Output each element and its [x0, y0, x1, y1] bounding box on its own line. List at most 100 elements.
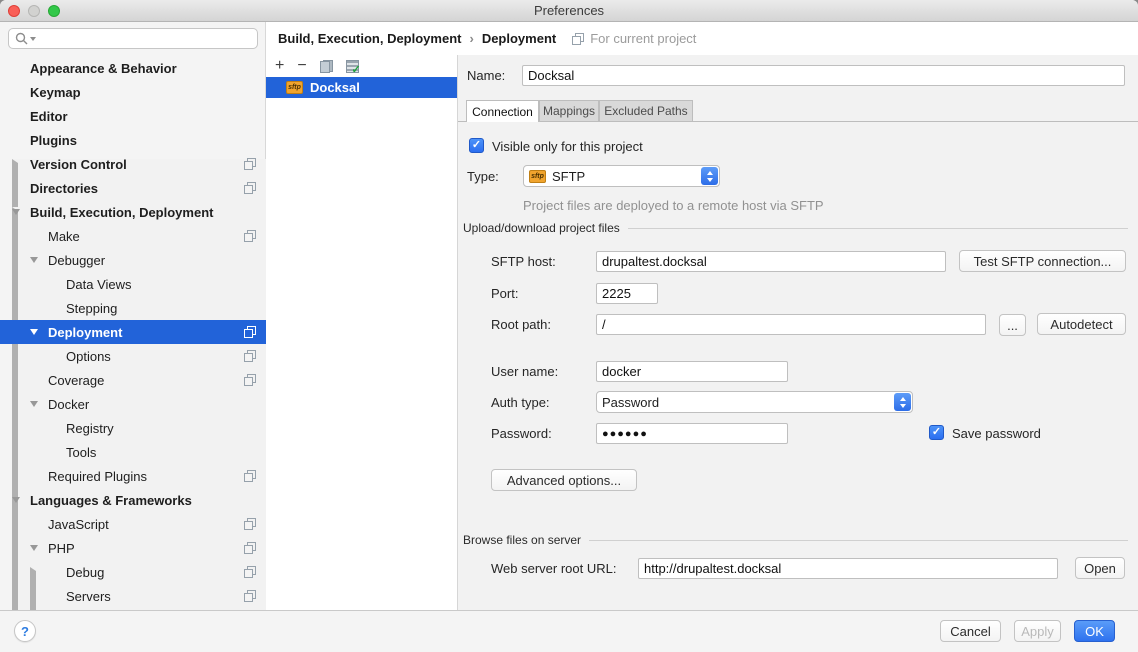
sidebar-item-debug[interactable]: Debug: [0, 560, 266, 584]
ok-button[interactable]: OK: [1074, 620, 1115, 642]
sftp-host-label: SFTP host:: [491, 254, 556, 269]
sidebar-item-label: Directories: [30, 181, 98, 196]
name-label: Name:: [467, 68, 505, 83]
port-label: Port:: [491, 286, 518, 301]
browse-root-path-button[interactable]: ...: [999, 314, 1026, 336]
breadcrumb-section[interactable]: Build, Execution, Deployment: [278, 31, 461, 46]
project-scope-icon: [244, 590, 256, 602]
sftp-host-input[interactable]: [596, 251, 946, 272]
tab-connection[interactable]: Connection: [466, 100, 539, 122]
add-server-button[interactable]: +: [275, 59, 284, 73]
type-select[interactable]: sftp SFTP: [523, 165, 720, 187]
window-title: Preferences: [0, 3, 1138, 18]
help-button[interactable]: ?: [14, 620, 36, 642]
apply-button[interactable]: Apply: [1014, 620, 1061, 642]
dialog-footer: ? Cancel Apply OK: [0, 610, 1138, 652]
web-root-input[interactable]: [638, 558, 1058, 579]
web-root-label: Web server root URL:: [491, 561, 616, 576]
auth-type-selected-value: Password: [602, 395, 659, 410]
duplicate-server-button[interactable]: [320, 60, 333, 73]
tab-mappings[interactable]: Mappings: [539, 100, 599, 122]
collapse-arrow-icon[interactable]: [12, 209, 20, 215]
titlebar: Preferences: [0, 0, 1138, 22]
root-path-input[interactable]: [596, 314, 986, 335]
for-current-project-label: For current project: [590, 31, 696, 46]
collapse-arrow-icon[interactable]: [12, 497, 20, 503]
cancel-button[interactable]: Cancel: [940, 620, 1001, 642]
sidebar-item-label: Languages & Frameworks: [30, 493, 192, 508]
browse-section-title: Browse files on server: [463, 533, 581, 547]
settings-search-box[interactable]: [8, 28, 258, 49]
tab-excluded-paths[interactable]: Excluded Paths: [599, 100, 693, 122]
name-input[interactable]: [522, 65, 1125, 86]
settings-search-input[interactable]: [38, 32, 251, 46]
breadcrumb: Build, Execution, Deployment › Deploymen…: [266, 22, 1138, 55]
dropdown-stepper-icon: [701, 167, 718, 185]
for-current-project-toggle[interactable]: For current project: [572, 31, 696, 46]
type-help-text: Project files are deployed to a remote h…: [523, 198, 824, 213]
sidebar-item-label: Debug: [66, 565, 104, 580]
sidebar-item-version-control[interactable]: Version Control: [0, 152, 266, 176]
breadcrumb-separator: ›: [469, 31, 473, 46]
sidebar-item-label: Version Control: [30, 157, 127, 172]
sidebar-item-data-views[interactable]: Data Views: [0, 272, 266, 296]
visible-only-checkbox[interactable]: ✓: [469, 138, 484, 153]
sidebar-item-deployment[interactable]: Deployment: [0, 320, 266, 344]
search-options-caret-icon[interactable]: [30, 37, 36, 41]
settings-tree: Appearance & BehaviorKeymapEditorPlugins…: [0, 56, 266, 608]
project-scope-icon: [244, 230, 256, 242]
sidebar-item-servers[interactable]: Servers: [0, 584, 266, 608]
settings-sidebar: Appearance & BehaviorKeymapEditorPlugins…: [0, 22, 266, 610]
project-scope-icon: [244, 158, 256, 170]
port-input[interactable]: [596, 283, 658, 304]
sidebar-item-label: Coverage: [48, 373, 104, 388]
user-name-label: User name:: [491, 364, 558, 379]
sidebar-item-tools[interactable]: Tools: [0, 440, 266, 464]
sidebar-item-keymap[interactable]: Keymap: [0, 80, 266, 104]
collapse-arrow-icon[interactable]: [30, 257, 38, 263]
save-password-checkbox[interactable]: ✓: [929, 425, 944, 440]
sidebar-item-label: JavaScript: [48, 517, 109, 532]
sidebar-item-stepping[interactable]: Stepping: [0, 296, 266, 320]
sidebar-item-label: Required Plugins: [48, 469, 147, 484]
sidebar-item-registry[interactable]: Registry: [0, 416, 266, 440]
auth-type-select[interactable]: Password: [596, 391, 913, 413]
autodetect-button[interactable]: Autodetect: [1037, 313, 1126, 335]
sidebar-item-coverage[interactable]: Coverage: [0, 368, 266, 392]
password-input[interactable]: [596, 423, 788, 444]
upload-section-header: Upload/download project files: [463, 221, 1128, 235]
sidebar-item-label: Build, Execution, Deployment: [30, 205, 213, 220]
deployment-config-panel: Name: Connection Mappings Excluded Paths…: [457, 55, 1138, 612]
sidebar-item-docker[interactable]: Docker: [0, 392, 266, 416]
use-as-default-server-button[interactable]: [346, 60, 359, 73]
advanced-options-button[interactable]: Advanced options...: [491, 469, 637, 491]
auth-type-label: Auth type:: [491, 395, 550, 410]
sidebar-item-editor[interactable]: Editor: [0, 104, 266, 128]
remove-server-button[interactable]: −: [297, 59, 306, 73]
server-item-docksal[interactable]: sftp Docksal: [266, 77, 457, 98]
sidebar-item-plugins[interactable]: Plugins: [0, 128, 266, 152]
test-sftp-connection-button[interactable]: Test SFTP connection...: [959, 250, 1126, 272]
open-url-button[interactable]: Open: [1075, 557, 1125, 579]
project-scope-icon: [244, 182, 256, 194]
sidebar-item-options[interactable]: Options: [0, 344, 266, 368]
project-scope-icon: [244, 518, 256, 530]
preferences-window: Preferences Appearance & BehaviorKeymapE…: [0, 0, 1138, 652]
user-name-input[interactable]: [596, 361, 788, 382]
sidebar-item-make[interactable]: Make: [0, 224, 266, 248]
sidebar-item-build-execution-deployment[interactable]: Build, Execution, Deployment: [0, 200, 266, 224]
sidebar-item-required-plugins[interactable]: Required Plugins: [0, 464, 266, 488]
project-scope-icon: [244, 542, 256, 554]
sidebar-item-label: Servers: [66, 589, 111, 604]
type-selected-value: SFTP: [552, 169, 585, 184]
sidebar-item-debugger[interactable]: Debugger: [0, 248, 266, 272]
sidebar-item-directories[interactable]: Directories: [0, 176, 266, 200]
sidebar-item-javascript[interactable]: JavaScript: [0, 512, 266, 536]
collapse-arrow-icon[interactable]: [30, 545, 38, 551]
sidebar-item-php[interactable]: PHP: [0, 536, 266, 560]
collapse-arrow-icon[interactable]: [30, 329, 38, 335]
collapse-arrow-icon[interactable]: [30, 401, 38, 407]
sidebar-item-languages-frameworks[interactable]: Languages & Frameworks: [0, 488, 266, 512]
sidebar-item-appearance-behavior[interactable]: Appearance & Behavior: [0, 56, 266, 80]
server-list-panel: + − sftp Docksal: [266, 55, 457, 612]
